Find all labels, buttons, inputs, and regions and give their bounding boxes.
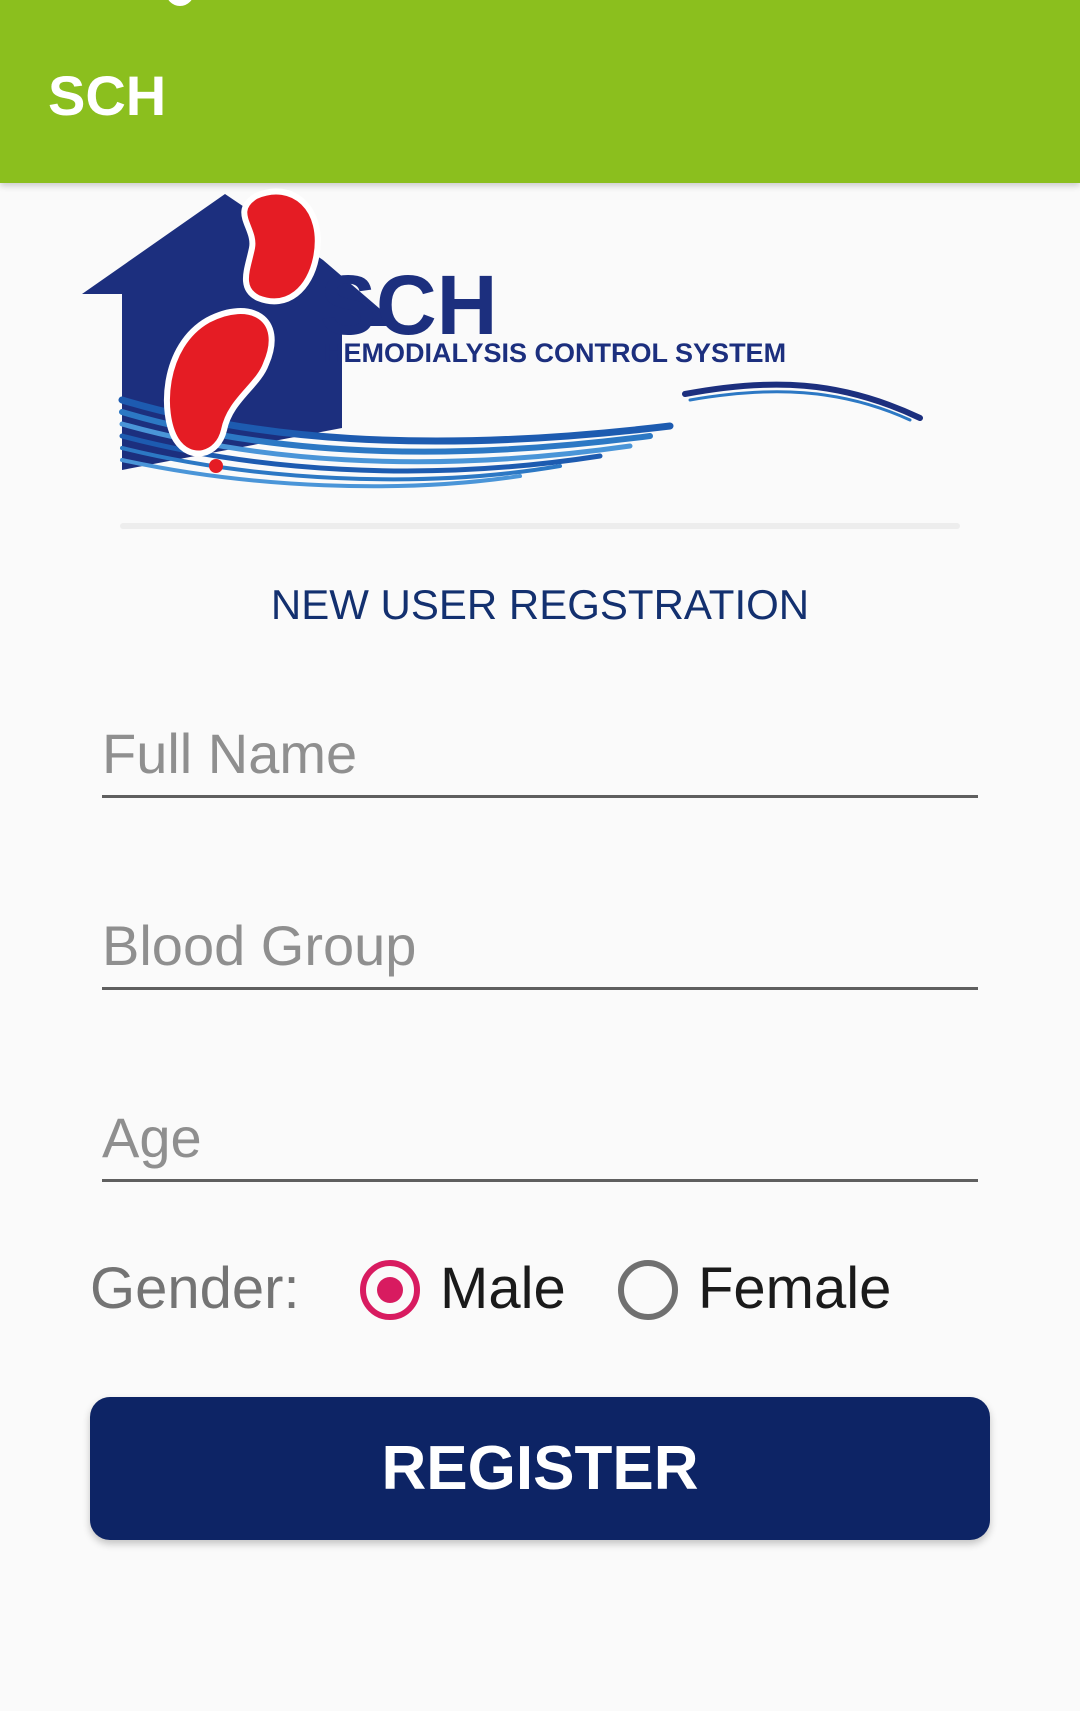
- age-field: [102, 1096, 978, 1186]
- gender-selector: Gender: Male Female: [90, 1255, 1010, 1325]
- radio-unchecked-icon[interactable]: [618, 1260, 678, 1320]
- status-bar-icon: [166, 0, 194, 6]
- app-title: SCH: [48, 64, 167, 127]
- logo-subtitle-text: HEMODIALYSIS CONTROL SYSTEM: [324, 338, 786, 368]
- register-button[interactable]: REGISTER: [90, 1397, 990, 1540]
- form-title: NEW USER REGSTRATION: [270, 581, 810, 628]
- gender-label: Gender:: [90, 1256, 300, 1321]
- blood-group-field: [102, 904, 978, 994]
- age-input[interactable]: [102, 1096, 978, 1182]
- radio-checked-icon[interactable]: [360, 1260, 420, 1320]
- gender-option-label: Male: [440, 1256, 566, 1321]
- sch-logo: SCH HEMODIALYSIS CONTROL SYSTEM: [82, 188, 923, 489]
- full-name-input[interactable]: [102, 712, 978, 798]
- blood-group-input[interactable]: [102, 904, 978, 990]
- full-name-field: [102, 712, 978, 802]
- header-divider: [120, 523, 960, 529]
- gender-option-label: Female: [698, 1256, 892, 1321]
- app-bar: SCH: [0, 0, 1080, 183]
